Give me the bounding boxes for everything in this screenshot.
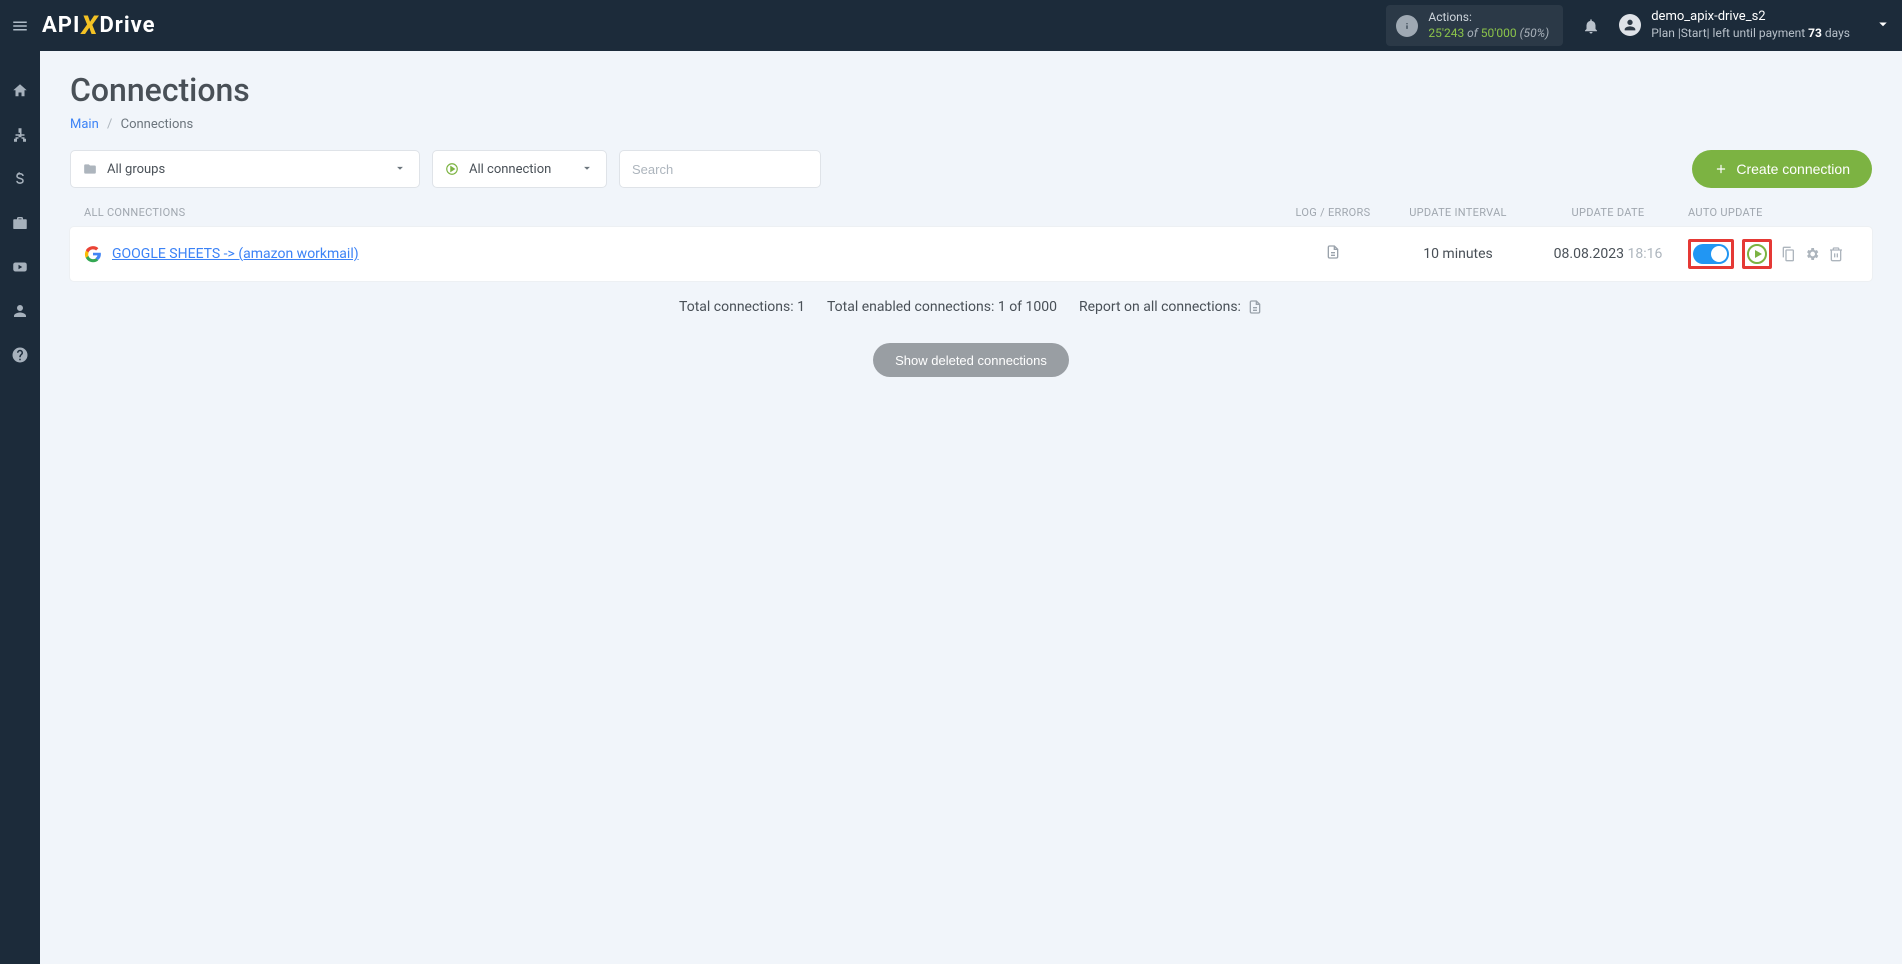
th-all-connections: ALL CONNECTIONS — [84, 206, 1278, 219]
play-circle-icon — [445, 161, 461, 177]
main-content: Connections Main / Connections All group… — [40, 51, 1902, 964]
help-icon[interactable] — [10, 345, 30, 365]
table-header: ALL CONNECTIONS LOG / ERRORS UPDATE INTE… — [70, 206, 1872, 227]
run-now-button[interactable] — [1747, 244, 1767, 264]
folder-icon — [83, 161, 99, 177]
create-connection-button[interactable]: Create connection — [1692, 150, 1872, 188]
user-name: demo_apix-drive_s2 — [1651, 9, 1850, 26]
connection-row[interactable]: GOOGLE SHEETS -> (amazon workmail) 10 mi… — [70, 227, 1872, 281]
toolbar: All groups All connection Create connect… — [70, 150, 1872, 188]
report-link[interactable]: Report on all connections: — [1079, 299, 1263, 315]
update-interval: 10 minutes — [1388, 246, 1528, 262]
groups-dropdown[interactable]: All groups — [70, 150, 420, 188]
logo[interactable]: APIXDrive — [42, 11, 156, 41]
total-connections: Total connections: 1 — [679, 299, 805, 315]
actions-box[interactable]: Actions: 25'243 of 50'000 (50%) — [1386, 5, 1563, 46]
actions-label: Actions: — [1428, 10, 1549, 26]
breadcrumb-main[interactable]: Main — [70, 117, 99, 132]
copy-icon[interactable] — [1780, 246, 1796, 262]
user-icon[interactable] — [10, 301, 30, 321]
connection-filter-dropdown[interactable]: All connection — [432, 150, 607, 188]
th-log: LOG / ERRORS — [1278, 206, 1388, 219]
breadcrumb-current: Connections — [121, 117, 194, 132]
home-icon[interactable] — [10, 81, 30, 101]
menu-icon[interactable] — [10, 16, 30, 36]
search-input[interactable] — [619, 150, 821, 188]
page-title: Connections — [70, 71, 1872, 109]
gear-icon[interactable] — [1804, 246, 1820, 262]
connection-name[interactable]: GOOGLE SHEETS -> (amazon workmail) — [112, 246, 1278, 262]
briefcase-icon[interactable] — [10, 213, 30, 233]
chevron-down-icon[interactable] — [1874, 15, 1892, 37]
video-icon[interactable] — [10, 257, 30, 277]
breadcrumb: Main / Connections — [70, 117, 1872, 132]
sitemap-icon[interactable] — [10, 125, 30, 145]
row-actions — [1688, 239, 1858, 269]
user-menu[interactable]: demo_apix-drive_s2 Plan |Start| left unt… — [1619, 9, 1850, 41]
plan-info: Plan |Start| left until payment 73 days — [1651, 26, 1850, 42]
auto-update-toggle[interactable] — [1693, 244, 1729, 264]
avatar-icon — [1619, 14, 1641, 36]
th-date: UPDATE DATE — [1528, 206, 1688, 219]
info-icon — [1396, 15, 1418, 37]
trash-icon[interactable] — [1828, 246, 1844, 262]
th-interval: UPDATE INTERVAL — [1388, 206, 1528, 219]
total-enabled: Total enabled connections: 1 of 1000 — [827, 299, 1057, 315]
actions-used: 25'243 — [1428, 26, 1464, 40]
bell-icon[interactable] — [1581, 16, 1601, 36]
update-date: 08.08.2023 18:16 — [1528, 246, 1688, 262]
show-deleted-button[interactable]: Show deleted connections — [873, 343, 1069, 377]
dollar-icon[interactable] — [10, 169, 30, 189]
log-icon[interactable] — [1278, 244, 1388, 264]
chevron-down-icon — [393, 160, 407, 179]
google-icon — [84, 245, 102, 263]
th-auto: AUTO UPDATE — [1688, 206, 1858, 219]
sidebar — [0, 51, 40, 964]
actions-total: 50'000 — [1481, 26, 1517, 40]
topbar: APIXDrive Actions: 25'243 of 50'000 (50%… — [0, 0, 1902, 51]
chevron-down-icon — [580, 160, 594, 179]
summary-row: Total connections: 1 Total enabled conne… — [70, 299, 1872, 315]
